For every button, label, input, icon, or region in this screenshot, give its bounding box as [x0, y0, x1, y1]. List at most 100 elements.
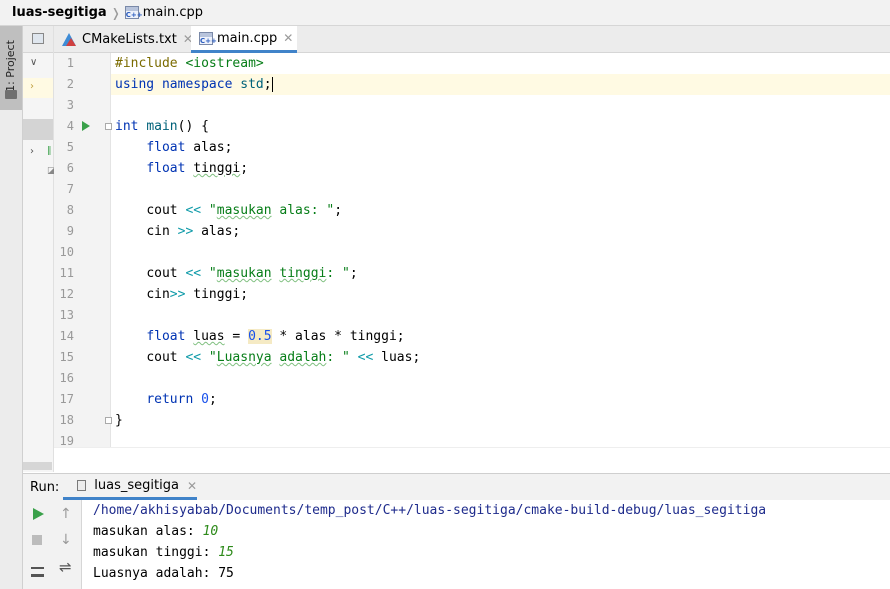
operator-token: <<	[185, 350, 202, 365]
number-token: 0	[201, 392, 209, 407]
code-token: ;	[349, 266, 358, 281]
console-prompt: masukan tinggi:	[93, 545, 219, 560]
namespace-token: std	[240, 77, 264, 92]
code-token: luas;	[373, 350, 421, 365]
text-caret	[271, 77, 273, 92]
line-number: 12	[59, 287, 74, 301]
chevron-down-icon[interactable]: ∨	[30, 57, 37, 68]
string-token: "	[201, 266, 217, 281]
cpp-file-icon: C++	[199, 31, 217, 45]
project-tree-selected-row[interactable]	[23, 119, 53, 140]
line-number: 7	[66, 182, 74, 196]
console-prompt: masukan alas:	[93, 524, 203, 539]
run-console-output[interactable]: /home/akhisyabab/Documents/temp_post/C++…	[82, 500, 890, 589]
line-number: 1	[66, 56, 74, 70]
project-view-icon[interactable]	[32, 33, 44, 44]
number-token: 0.5	[248, 329, 272, 344]
horizontal-scrollbar[interactable]	[23, 462, 52, 470]
project-tree-row[interactable]	[23, 78, 53, 98]
code-line-6: float tinggi;	[115, 158, 248, 179]
run-panel-header: Run: luas_segitiga ✕	[23, 473, 890, 501]
code-token: cout	[146, 203, 186, 218]
string-typo-token: masukan	[216, 266, 272, 281]
keyword-token: float	[146, 329, 186, 344]
fold-icon[interactable]	[105, 417, 112, 424]
include-path-token: <iostream>	[185, 56, 264, 71]
project-tool-button[interactable]: 1: Project	[0, 26, 22, 110]
string-token: : "	[326, 350, 350, 365]
keyword-token: using	[115, 77, 155, 92]
code-token: cin	[146, 224, 178, 239]
code-token: ;	[334, 203, 343, 218]
run-toolbar: ↑ ↓ ⇌	[23, 500, 82, 589]
run-configuration-tab[interactable]: luas_segitiga ✕	[63, 474, 197, 500]
code-editor[interactable]: 1 2 3 4 5 6 7 8 9 10 11 12 13 14 15 16 1…	[54, 53, 890, 447]
code-token: cin	[146, 287, 170, 302]
breadcrumb-file[interactable]: main.cpp	[143, 5, 203, 20]
tab-main-cpp[interactable]: C++ main.cpp ✕	[191, 26, 297, 53]
punct-token: ;	[263, 77, 272, 92]
stop-button[interactable]	[32, 535, 42, 545]
code-token: * alas * tinggi;	[271, 329, 405, 344]
string-typo-token: adalah	[279, 350, 327, 365]
tab-cmakelists[interactable]: CMakeLists.txt ✕	[54, 26, 193, 52]
code-token: }	[115, 413, 123, 428]
string-token: "	[201, 350, 217, 365]
keyword-token: float	[146, 140, 186, 155]
keyword-token: return	[146, 392, 194, 407]
code-line-14: float luas = 0.5 * alas * tinggi;	[115, 326, 405, 347]
typo-token: luas	[193, 329, 225, 344]
line-number: 10	[59, 245, 74, 259]
close-icon[interactable]: ✕	[187, 479, 197, 493]
rerun-button[interactable]	[33, 508, 44, 520]
run-gutter-icon[interactable]	[82, 121, 90, 131]
line-number: 18	[59, 413, 74, 427]
line-number: 6	[66, 161, 74, 175]
line-number: 15	[59, 350, 74, 364]
library-icon: ‖	[47, 146, 52, 156]
code-line-9: cin >> alas;	[115, 221, 240, 242]
breadcrumb-project[interactable]: luas-segitiga	[12, 5, 107, 20]
line-number: 14	[59, 329, 74, 343]
code-line-2: using namespace std;	[115, 74, 273, 95]
operator-token: <<	[185, 266, 202, 281]
console-line: Luasnya adalah: 75	[93, 566, 234, 581]
arrow-up-icon[interactable]: ↑	[60, 506, 72, 522]
code-token: cout	[146, 350, 186, 365]
line-number: 16	[59, 371, 74, 385]
line-number: 5	[66, 140, 74, 154]
console-user-input: 15	[218, 545, 234, 560]
run-panel-title: Run:	[30, 479, 60, 495]
code-token: =	[224, 329, 249, 344]
line-number: 11	[59, 266, 74, 280]
code-token: ;	[208, 392, 217, 407]
code-token: tinggi;	[185, 287, 249, 302]
operator-token: >>	[177, 224, 194, 239]
line-number: 13	[59, 308, 74, 322]
keyword-token: float	[146, 161, 186, 176]
code-line-11: cout << "masukan tinggi: ";	[115, 263, 358, 284]
chevron-right-icon[interactable]: ›	[30, 146, 34, 157]
navigation-bar: luas-segitiga ❭ C++ main.cpp	[0, 0, 890, 26]
chevron-right-icon[interactable]: ›	[30, 81, 34, 92]
soft-wrap-icon[interactable]: ⇌	[59, 558, 72, 576]
editor-tabs: CMakeLists.txt ✕ C++ main.cpp ✕	[54, 26, 890, 53]
line-number: 8	[66, 203, 74, 217]
line-number: 4	[66, 119, 74, 133]
keyword-token: int	[115, 119, 139, 134]
restore-layout-button[interactable]	[31, 567, 44, 577]
chevron-right-icon: ❭	[110, 5, 121, 20]
project-pane: ∨ › › ‖ ◪	[23, 26, 56, 472]
cmake-icon	[62, 32, 76, 46]
code-line-12: cin>> tinggi;	[115, 284, 248, 305]
cpp-file-icon: C++	[124, 6, 143, 19]
editor-bottom-spacer	[54, 447, 890, 473]
code-line-1: #include <iostream>	[115, 53, 264, 74]
arrow-down-icon[interactable]: ↓	[60, 532, 72, 548]
string-typo-token: Luasnya	[216, 350, 272, 365]
fold-icon[interactable]	[105, 123, 112, 130]
console-line: masukan alas: 10	[93, 521, 218, 542]
close-icon[interactable]: ✕	[283, 31, 293, 45]
